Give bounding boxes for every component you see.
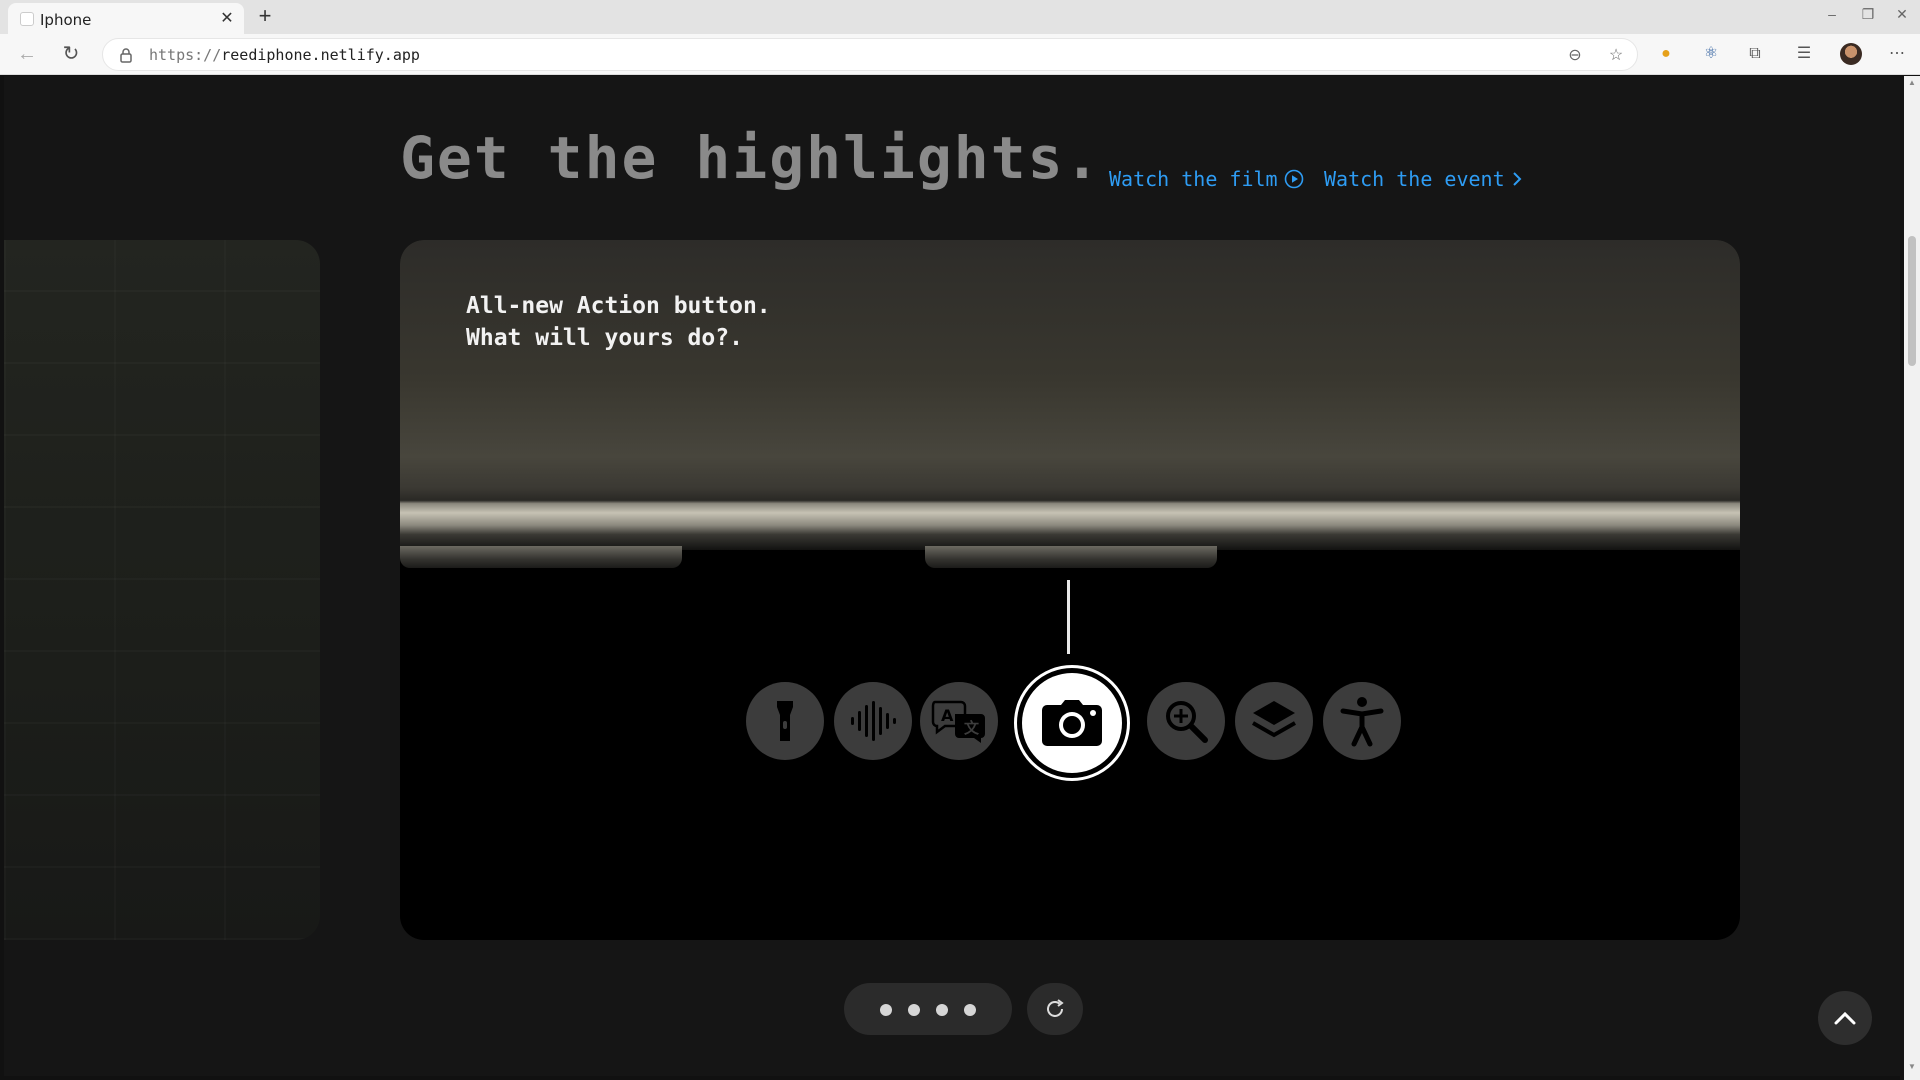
scroll-down-arrow-icon[interactable]: ▼ xyxy=(1904,1062,1920,1071)
watch-event-label: Watch the event xyxy=(1324,167,1505,191)
card-caption: All-new Action button. What will yours d… xyxy=(466,293,771,351)
camera-icon xyxy=(1042,700,1102,746)
watch-event-link[interactable]: Watch the event xyxy=(1324,167,1523,191)
lock-icon xyxy=(120,48,132,63)
previous-highlight-card[interactable] xyxy=(4,240,320,940)
close-tab-icon[interactable]: ✕ xyxy=(218,8,236,28)
voice-memo-icon xyxy=(851,701,896,741)
apple-favicon-icon xyxy=(20,12,34,26)
carousel-dot[interactable] xyxy=(880,1004,892,1016)
translate-icon: A 文 xyxy=(931,700,985,743)
minimize-icon[interactable]: – xyxy=(1822,6,1842,22)
connector-line xyxy=(1067,580,1070,654)
accessibility-icon xyxy=(1340,697,1384,747)
focus-action[interactable] xyxy=(1235,682,1313,760)
camera-action[interactable] xyxy=(1014,665,1130,781)
scroll-up-arrow-icon[interactable]: ▲ xyxy=(1904,78,1920,87)
restore-icon[interactable]: ❐ xyxy=(1858,6,1878,23)
extension-react-icon[interactable]: ⚛ xyxy=(1700,43,1722,65)
zoom-out-icon[interactable]: ⊖ xyxy=(1565,45,1585,65)
close-window-icon[interactable]: ✕ xyxy=(1892,6,1912,23)
action-button-image xyxy=(925,546,1217,568)
page-scrollbar[interactable]: ▲ ▼ xyxy=(1904,76,1920,1080)
carousel-dot[interactable] xyxy=(908,1004,920,1016)
scroll-thumb[interactable] xyxy=(1908,236,1916,366)
tab-title: Iphone xyxy=(40,11,92,29)
extension-color-icon[interactable]: ● xyxy=(1655,43,1677,65)
svg-text:A: A xyxy=(941,706,954,725)
tab-iphone[interactable]: Iphone ✕ xyxy=(8,3,244,34)
address-bar[interactable]: https://reediphone.netlify.app ⊖ ☆ xyxy=(102,38,1638,71)
phone-edge-image xyxy=(400,240,1740,550)
play-circle-icon xyxy=(1284,169,1303,189)
flashlight-action[interactable] xyxy=(746,682,824,760)
flashlight-icon xyxy=(777,701,793,741)
carousel-dot[interactable] xyxy=(964,1004,976,1016)
chevron-right-icon xyxy=(1512,172,1522,186)
page-content: Get the highlights. Watch the film Watch… xyxy=(4,76,1900,1076)
page-title: Get the highlights. xyxy=(400,124,1102,192)
scroll-to-top-button[interactable] xyxy=(1818,991,1872,1045)
action-icons-row: A 文 xyxy=(400,660,1740,781)
watch-film-label: Watch the film xyxy=(1109,167,1278,191)
magnifier-action[interactable] xyxy=(1147,682,1225,760)
profile-avatar[interactable] xyxy=(1840,43,1862,65)
tab-bar: Iphone ✕ + – ❐ ✕ xyxy=(0,0,1920,34)
svg-text:文: 文 xyxy=(964,719,980,737)
voice-memo-action[interactable] xyxy=(834,682,912,760)
camera-action-inner xyxy=(1022,673,1122,773)
browser-toolbar: ← ↻ https://reediphone.netlify.app ⊖ ☆ ●… xyxy=(0,34,1920,75)
replay-button[interactable] xyxy=(1027,983,1083,1035)
carousel-pagination xyxy=(844,983,1012,1035)
favorite-star-icon[interactable]: ☆ xyxy=(1606,45,1626,65)
watch-film-link[interactable]: Watch the film xyxy=(1109,167,1304,191)
volume-button-image xyxy=(400,546,682,568)
chevron-up-icon xyxy=(1834,1011,1856,1025)
extensions-puzzle-icon[interactable]: ⧉ xyxy=(1744,43,1766,65)
translate-action[interactable]: A 文 xyxy=(920,682,998,760)
focus-layers-icon xyxy=(1252,701,1296,738)
magnifier-icon xyxy=(1166,701,1208,743)
reload-icon[interactable]: ↻ xyxy=(58,42,84,68)
new-tab-button[interactable]: + xyxy=(252,3,278,29)
accessibility-action[interactable] xyxy=(1323,682,1401,760)
url-text: https://reediphone.netlify.app xyxy=(149,46,420,64)
favorites-list-icon[interactable]: ☰ xyxy=(1793,43,1815,65)
back-icon[interactable]: ← xyxy=(14,42,40,68)
replay-icon xyxy=(1047,999,1064,1017)
carousel-dot[interactable] xyxy=(936,1004,948,1016)
highlight-card-action-button: All-new Action button. What will yours d… xyxy=(400,240,1740,940)
menu-more-icon[interactable]: ⋯ xyxy=(1886,43,1908,65)
